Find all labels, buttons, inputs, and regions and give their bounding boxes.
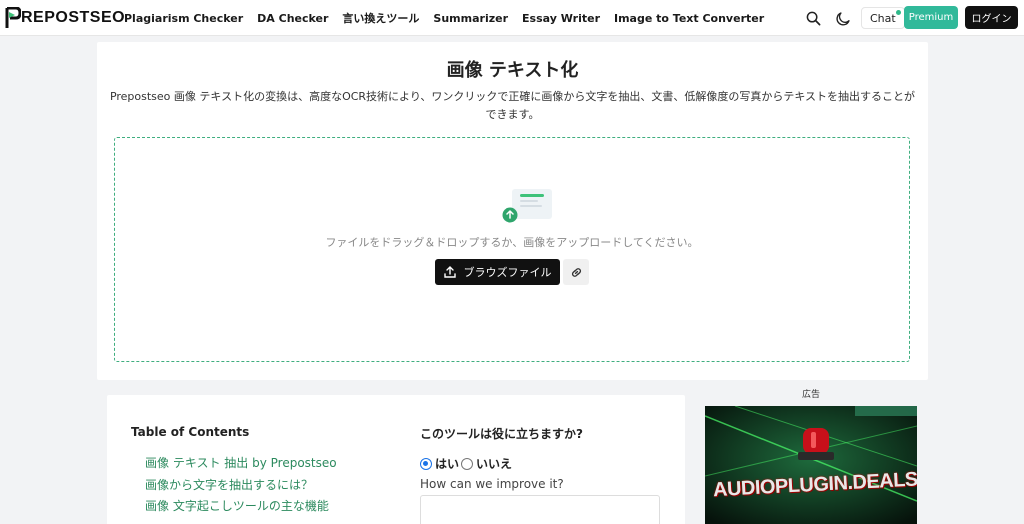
tool-description: Prepostseo 画像 テキスト化の変換は、高度なOCR技術により、ワンクリ… bbox=[109, 90, 916, 121]
toc-list: 画像 テキスト 抽出 by Prepostseo 画像から文字を抽出するには？ … bbox=[145, 453, 337, 518]
nav-plagiarism-checker[interactable]: Plagiarism Checker bbox=[124, 12, 243, 25]
toc-item[interactable]: 画像 文字起こしツールの主な機能 bbox=[145, 496, 337, 518]
ad-banner[interactable]: AUDIOPLUGIN.DEALS bbox=[705, 406, 917, 524]
feedback-textarea[interactable] bbox=[420, 495, 660, 524]
chat-label: Chat bbox=[870, 11, 896, 25]
search-icon[interactable] bbox=[804, 9, 822, 27]
feedback-question: How can we improve it? bbox=[420, 477, 564, 491]
online-indicator bbox=[895, 10, 901, 15]
nav-image-to-text[interactable]: Image to Text Converter bbox=[614, 12, 764, 25]
ocr-tool-card: 画像 テキスト化 Prepostseo 画像 テキスト化の変換は、高度なOCR技… bbox=[97, 42, 928, 380]
logo[interactable]: REPOSTSEO bbox=[5, 6, 125, 30]
page-title: 画像 テキスト化 bbox=[446, 60, 579, 81]
link-icon bbox=[571, 267, 581, 277]
chat-button[interactable]: Chat bbox=[861, 7, 905, 29]
nav-summarizer[interactable]: Summarizer bbox=[433, 12, 508, 25]
no-radio[interactable] bbox=[461, 457, 474, 470]
ad-background-art bbox=[705, 406, 917, 524]
ad-label: 広告 bbox=[801, 390, 820, 400]
toc-title: Table of Contents bbox=[131, 425, 250, 439]
drop-instructions: ファイルをドラッグ＆ドロップするか、画像をアップロードしてください。 bbox=[325, 236, 699, 249]
logo-text: REPOSTSEO bbox=[21, 9, 126, 26]
yes-radio[interactable] bbox=[420, 457, 432, 470]
nav-essay-writer[interactable]: Essay Writer bbox=[522, 12, 600, 25]
content-card: Table of Contents 画像 テキスト 抽出 by Preposts… bbox=[107, 395, 685, 524]
no-label[interactable]: いいえ bbox=[476, 455, 512, 472]
top-navbar: REPOSTSEO Plagiarism Checker DA Checker … bbox=[0, 0, 1024, 36]
moon-icon[interactable] bbox=[834, 9, 852, 27]
login-button[interactable]: ログイン bbox=[965, 6, 1018, 29]
toc-item[interactable]: 画像 テキスト 抽出 by Prepostseo bbox=[145, 453, 337, 475]
url-upload-button[interactable] bbox=[563, 259, 589, 285]
feedback-title: このツールは役に立ちますか? bbox=[420, 427, 583, 441]
upload-illustration-icon bbox=[502, 189, 552, 223]
main-nav: Plagiarism Checker DA Checker 言い換えツール Su… bbox=[124, 0, 778, 36]
toc-item[interactable]: 画像から文字を抽出するには？ bbox=[145, 475, 337, 497]
nav-paraphrasing-tool[interactable]: 言い換えツール bbox=[342, 10, 419, 26]
browse-label: ブラウズファイル bbox=[463, 266, 552, 279]
file-dropzone[interactable]: ファイルをドラッグ＆ドロップするか、画像をアップロードしてください。 ブラウズフ… bbox=[114, 137, 910, 362]
nav-da-checker[interactable]: DA Checker bbox=[257, 12, 328, 25]
browse-files-button[interactable]: ブラウズファイル bbox=[435, 259, 560, 285]
upload-icon bbox=[443, 266, 456, 278]
feedback-options: はい いいえ bbox=[420, 455, 512, 472]
yes-label[interactable]: はい bbox=[435, 455, 459, 472]
premium-button[interactable]: Premium bbox=[904, 6, 958, 29]
logo-mark-icon bbox=[5, 7, 21, 28]
